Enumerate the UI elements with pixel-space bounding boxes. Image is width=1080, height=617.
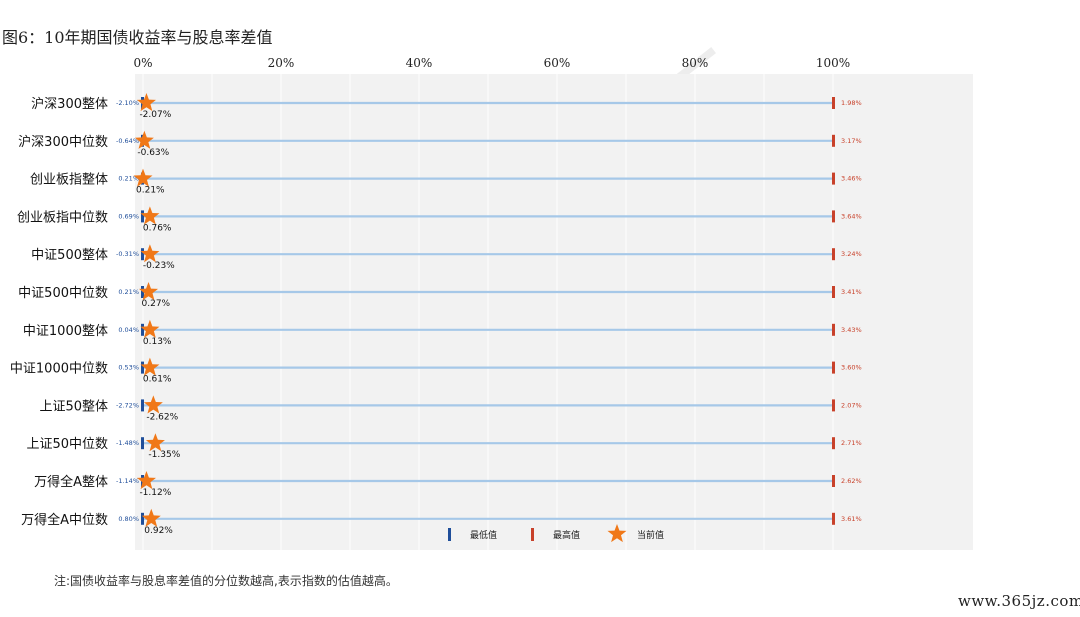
min-value-label: -1.48% xyxy=(116,439,139,447)
min-value-label: 0.53% xyxy=(118,364,139,372)
min-value-label: -0.31% xyxy=(116,250,139,258)
max-value-label: 3.64% xyxy=(841,212,862,220)
current-value-label: 0.21% xyxy=(136,186,165,196)
current-value-label: -0.23% xyxy=(143,261,175,271)
category-label: 创业板指中位数 xyxy=(17,210,108,225)
category-label: 中证1000中位数 xyxy=(10,362,108,377)
category-label: 万得全A中位数 xyxy=(21,512,108,528)
min-marker xyxy=(141,248,144,261)
site-watermark: www.365jz.com xyxy=(958,592,1080,610)
max-value-label: 2.62% xyxy=(841,477,862,485)
max-marker xyxy=(832,172,835,185)
min-marker xyxy=(141,361,144,374)
current-value-label: -2.62% xyxy=(146,412,178,422)
min-marker xyxy=(141,399,144,412)
current-value-label: 0.13% xyxy=(143,337,172,347)
max-value-label: 3.60% xyxy=(841,364,862,372)
current-value-label: 0.61% xyxy=(143,375,172,385)
min-value-label: 0.04% xyxy=(118,326,139,334)
max-value-label: 1.98% xyxy=(841,99,862,107)
max-marker xyxy=(832,361,835,374)
x-tick-label: 60% xyxy=(544,56,571,70)
min-marker xyxy=(141,210,144,223)
legend-max-marker xyxy=(531,528,534,541)
max-marker xyxy=(832,286,835,298)
max-marker xyxy=(832,134,835,147)
category-label: 中证500整体 xyxy=(31,248,108,263)
max-value-label: 2.71% xyxy=(841,439,862,447)
legend-max-label: 最高值 xyxy=(553,529,580,541)
min-value-label: 0.69% xyxy=(118,212,139,220)
current-value-label: 0.92% xyxy=(144,526,173,536)
category-label: 沪深300整体 xyxy=(31,96,108,112)
legend-min-marker xyxy=(448,528,451,541)
x-tick-label: 20% xyxy=(268,56,295,70)
max-marker xyxy=(832,323,835,336)
current-value-label: -0.63% xyxy=(137,148,169,158)
category-label: 上证50整体 xyxy=(39,399,108,414)
x-tick-label: 0% xyxy=(133,56,152,70)
min-marker xyxy=(141,512,144,525)
category-label: 创业板指整体 xyxy=(30,173,108,188)
max-marker xyxy=(832,475,835,487)
max-value-label: 2.07% xyxy=(841,401,862,409)
min-marker xyxy=(141,437,144,450)
max-marker xyxy=(832,437,835,450)
current-value-label: 0.76% xyxy=(143,223,172,233)
max-value-label: 3.46% xyxy=(841,175,862,183)
category-label: 万得全A整体 xyxy=(34,474,108,490)
min-value-label: 0.21% xyxy=(118,288,139,296)
min-marker xyxy=(141,323,144,336)
range-chart: 0% 20% 40% 60% 80% 100% 沪深300整体 -2.10% 1.98% -2.0… xyxy=(10,56,973,550)
x-tick-label: 40% xyxy=(406,56,433,70)
x-tick-label: 100% xyxy=(816,56,850,70)
max-value-label: 3.17% xyxy=(841,137,862,145)
max-value-label: 3.43% xyxy=(841,326,862,334)
x-tick-label: 80% xyxy=(682,56,709,70)
max-marker xyxy=(832,248,835,261)
min-value-label: 0.80% xyxy=(118,515,139,523)
max-marker xyxy=(832,512,835,525)
current-value-label: -1.12% xyxy=(139,488,171,498)
category-label: 中证500中位数 xyxy=(18,286,108,301)
category-label: 沪深300中位数 xyxy=(18,134,108,150)
max-value-label: 3.24% xyxy=(841,250,862,258)
current-value-label: -1.35% xyxy=(148,450,180,460)
max-value-label: 3.61% xyxy=(841,515,862,523)
current-value-label: 0.27% xyxy=(142,299,171,309)
max-marker xyxy=(832,399,835,412)
category-label: 上证50中位数 xyxy=(26,437,108,452)
min-value-label: -2.72% xyxy=(116,401,139,409)
max-marker xyxy=(832,210,835,223)
category-label: 中证1000整体 xyxy=(23,324,108,339)
legend-current-label: 当前值 xyxy=(637,529,664,541)
max-marker xyxy=(832,97,835,109)
min-value-label: -2.10% xyxy=(116,99,139,107)
min-value-label: -1.14% xyxy=(116,477,139,485)
footnote: 注:国债收益率与股息率差值的分位数越高,表示指数的估值越高。 xyxy=(54,574,398,588)
max-value-label: 3.41% xyxy=(841,288,862,296)
current-value-label: -2.07% xyxy=(139,110,171,120)
legend-min-label: 最低值 xyxy=(470,529,497,541)
